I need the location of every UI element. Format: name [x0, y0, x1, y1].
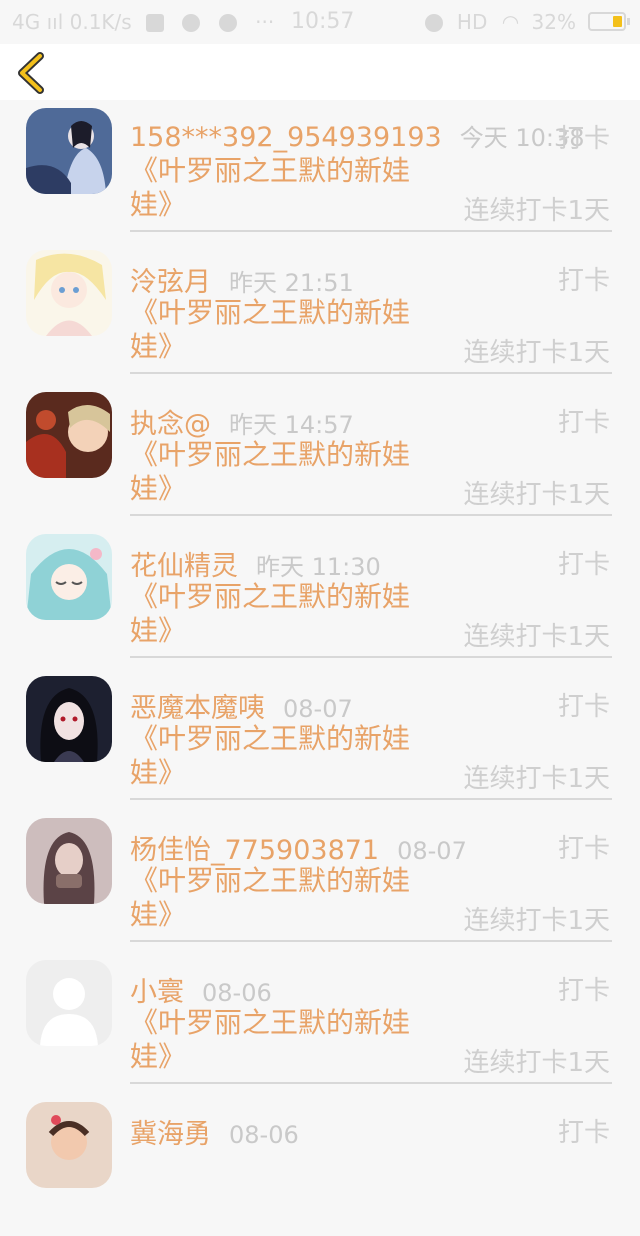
- status-bar: 4G ııl 0.1K/s ··· 10:57 HD ◠ 32%: [0, 0, 640, 44]
- streak-label: 连续打卡1天: [463, 480, 610, 510]
- user-name: 冀海勇 08-06: [130, 1112, 299, 1151]
- streak-label: 连续打卡1天: [463, 1048, 610, 1078]
- messenger-icon: [218, 14, 237, 32]
- user-name: 花仙精灵 昨天 11:30: [130, 544, 381, 583]
- more-dots-icon: ···: [255, 10, 275, 34]
- app-icon: [182, 14, 201, 32]
- checkin-time: 昨天 21:51: [229, 269, 354, 297]
- user-name: 恶魔本魔咦 08-07: [130, 686, 353, 725]
- list-item[interactable]: 执念@ 昨天 14:57 打卡 《叶罗丽之王默的新娃娃》 连续打卡1天: [0, 384, 640, 526]
- book-title: 《叶罗丽之王默的新娃娃》: [130, 154, 411, 221]
- wifi-icon: ◠: [501, 10, 520, 34]
- user-name-text: 花仙精灵: [130, 551, 238, 582]
- list-item[interactable]: 花仙精灵 昨天 11:30 打卡 《叶罗丽之王默的新娃娃》 连续打卡1天: [0, 526, 640, 668]
- book-title: 《叶罗丽之王默的新娃娃》: [130, 722, 411, 789]
- checkin-label: 打卡: [557, 834, 610, 864]
- divider: [130, 798, 612, 800]
- streak-label: 连续打卡1天: [463, 622, 610, 652]
- divider: [130, 656, 612, 658]
- back-button[interactable]: [12, 50, 60, 96]
- divider: [130, 1082, 612, 1084]
- streak-label: 连续打卡1天: [463, 906, 610, 936]
- checkin-label: 打卡: [557, 1118, 610, 1148]
- divider: [130, 230, 612, 232]
- checkin-label: 打卡: [557, 976, 610, 1006]
- alarm-icon: [424, 14, 443, 32]
- user-name-text: 执念@: [130, 409, 211, 440]
- avatar[interactable]: [26, 534, 112, 620]
- user-name-text: 杨佳怡_775903871: [130, 835, 380, 866]
- network-label: 4G: [12, 10, 41, 34]
- streak-label: 连续打卡1天: [463, 338, 610, 368]
- status-right: HD ◠ 32%: [424, 10, 576, 34]
- checkin-time: 08-07: [283, 695, 353, 723]
- list-item[interactable]: 小寰 08-06 打卡 《叶罗丽之王默的新娃娃》 连续打卡1天: [0, 952, 640, 1094]
- notification-icon: [146, 14, 165, 32]
- list-item[interactable]: 158***392_954939193 今天 10:38 打卡 《叶罗丽之王默的新…: [0, 100, 640, 242]
- list-item[interactable]: 泠弦月 昨天 21:51 打卡 《叶罗丽之王默的新娃娃》 连续打卡1天: [0, 242, 640, 384]
- avatar[interactable]: [26, 960, 112, 1046]
- divider: [130, 940, 612, 942]
- user-name-text: 158***392_954939193: [130, 122, 442, 153]
- list-item[interactable]: 冀海勇 08-06 打卡: [0, 1094, 640, 1236]
- clock: 10:57: [291, 9, 355, 34]
- net-speed: 0.1K/s: [69, 10, 132, 34]
- user-name: 杨佳怡_775903871 08-07: [130, 828, 467, 867]
- streak-label: 连续打卡1天: [463, 196, 610, 226]
- divider: [130, 372, 612, 374]
- avatar[interactable]: [26, 818, 112, 904]
- user-name: 小寰 08-06: [130, 970, 272, 1009]
- book-title: 《叶罗丽之王默的新娃娃》: [130, 296, 411, 363]
- avatar[interactable]: [26, 1102, 112, 1188]
- checkin-list: 158***392_954939193 今天 10:38 打卡 《叶罗丽之王默的新…: [0, 100, 640, 1236]
- book-title: 《叶罗丽之王默的新娃娃》: [130, 438, 411, 505]
- signal-icon: ııl: [46, 10, 64, 34]
- streak-label: 连续打卡1天: [463, 764, 610, 794]
- user-name-text: 泠弦月: [130, 267, 211, 298]
- battery-percent: 32%: [531, 10, 576, 34]
- checkin-time: 08-07: [397, 837, 467, 865]
- chevron-left-icon: [18, 52, 44, 94]
- user-name: 执念@ 昨天 14:57: [130, 402, 354, 441]
- list-item[interactable]: 恶魔本魔咦 08-07 打卡 《叶罗丽之王默的新娃娃》 连续打卡1天: [0, 668, 640, 810]
- list-item[interactable]: 杨佳怡_775903871 08-07 打卡 《叶罗丽之王默的新娃娃》 连续打卡1…: [0, 810, 640, 952]
- checkin-time: 昨天 14:57: [229, 411, 354, 439]
- status-left: 4G ııl 0.1K/s ···: [12, 10, 274, 34]
- checkin-label: 打卡: [557, 266, 610, 296]
- checkin-time: 08-06: [229, 1121, 299, 1149]
- nav-bar: [0, 44, 640, 100]
- hd-label: HD: [456, 10, 488, 34]
- book-title: 《叶罗丽之王默的新娃娃》: [130, 864, 411, 931]
- book-title: 《叶罗丽之王默的新娃娃》: [130, 580, 411, 647]
- user-name: 158***392_954939193 今天 10:38: [130, 118, 584, 153]
- checkin-time: 昨天 11:30: [256, 553, 381, 581]
- checkin-label: 打卡: [557, 408, 610, 438]
- book-title: 《叶罗丽之王默的新娃娃》: [130, 1006, 411, 1073]
- checkin-label: 打卡: [557, 124, 610, 154]
- checkin-label: 打卡: [557, 550, 610, 580]
- user-name: 泠弦月 昨天 21:51: [130, 260, 354, 299]
- checkin-label: 打卡: [557, 692, 610, 722]
- user-name-text: 冀海勇: [130, 1119, 211, 1150]
- battery-icon: [588, 12, 630, 31]
- user-name-text: 小寰: [130, 977, 184, 1008]
- avatar[interactable]: [26, 392, 112, 478]
- avatar[interactable]: [26, 108, 112, 194]
- avatar[interactable]: [26, 676, 112, 762]
- avatar[interactable]: [26, 250, 112, 336]
- checkin-time: 08-06: [202, 979, 272, 1007]
- user-name-text: 恶魔本魔咦: [130, 693, 265, 724]
- divider: [130, 514, 612, 516]
